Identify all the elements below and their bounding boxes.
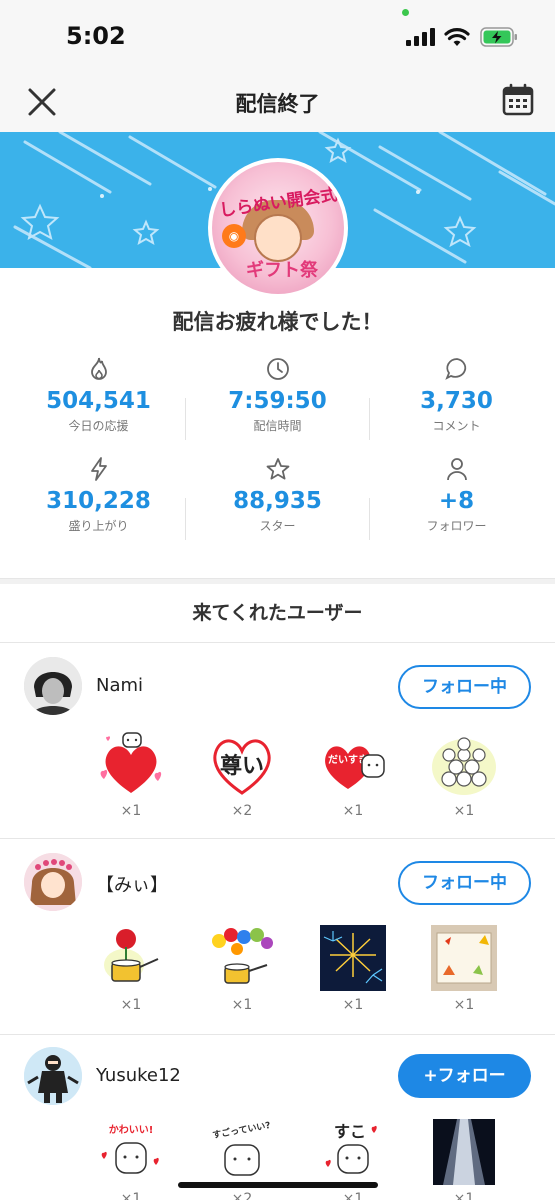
- stat-support: 504,541 今日の応援: [6, 356, 191, 434]
- heart-kanji-text: 尊い: [220, 753, 264, 779]
- follow-button[interactable]: +フォロー: [398, 1054, 531, 1098]
- cellular-signal-icon: [406, 28, 436, 46]
- home-indicator[interactable]: [178, 1182, 378, 1188]
- stat-value: 7:59:50: [228, 388, 327, 414]
- stat-value: +8: [438, 488, 475, 514]
- status-bar: 5:02: [0, 0, 555, 76]
- gift-item: ×1: [91, 925, 171, 1013]
- stat-value: 504,541: [46, 388, 151, 414]
- sugoi-text: すごっていい?: [211, 1119, 271, 1141]
- star-icon: [266, 458, 289, 480]
- viewer-name[interactable]: 【みぃ】: [96, 871, 168, 897]
- fireworks-gift-icon: [320, 925, 386, 991]
- stat-duration: 7:59:50 配信時間: [185, 356, 370, 434]
- gift-item: ×1: [424, 1119, 504, 1200]
- gift-item: だいすき ×1: [313, 731, 393, 819]
- kawaii-text: かわいい!: [109, 1124, 154, 1136]
- heart-kanji-gift-icon: 尊い: [213, 739, 271, 795]
- divider: [185, 398, 186, 440]
- flame-badge-icon: ◉: [222, 224, 246, 248]
- heart-cat-gift-icon: [100, 732, 162, 793]
- viewer-row: Yusuke12 +フォロー かわいい! ×1 すごっていい? ×2 すこ ×1…: [0, 1035, 555, 1200]
- gift-count: ×1: [120, 997, 142, 1013]
- person-icon: [446, 458, 467, 481]
- calendar-icon[interactable]: [500, 82, 536, 118]
- stat-followers: +8 フォロワー: [364, 456, 549, 534]
- stat-value: 3,730: [420, 388, 493, 414]
- gift-count: ×1: [342, 803, 364, 819]
- balloon-pot-gift-icon: [212, 928, 273, 984]
- gift-item: かわいい! ×1: [91, 1119, 171, 1200]
- stream-thumbnail: しらぬい開会式 ◉ ギフト祭: [208, 158, 348, 298]
- stat-stars: 88,935 スター: [185, 456, 370, 534]
- stat-value: 310,228: [46, 488, 151, 514]
- gift-count: ×1: [453, 997, 475, 1013]
- daisuki-cat-gift-icon: だいすき: [325, 746, 385, 789]
- stat-label: 今日の応援: [68, 419, 129, 433]
- stream-ended-screen: 5:02 配信終了 しらぬい開会式 ◉ ギフト祭 配信お疲れ様でした！ 504,…: [0, 0, 555, 1200]
- section-title: 来てくれたユーザー: [192, 602, 363, 624]
- character-illustration: [254, 214, 302, 262]
- viewer-row: 【みぃ】 フォロー中 ×1 ×1 ×1 ×1: [0, 839, 555, 1035]
- flame-icon: [90, 357, 107, 380]
- cat-pile-gift-icon: [432, 737, 496, 795]
- battery-charging-icon: [480, 27, 517, 47]
- gift-item: ×1: [313, 925, 393, 1013]
- following-button[interactable]: フォロー中: [398, 861, 531, 905]
- divider: [369, 498, 370, 540]
- nav-bar: 配信終了: [0, 76, 555, 132]
- viewer-name[interactable]: Yusuke12: [96, 1065, 181, 1086]
- gift-count: ×2: [231, 1191, 253, 1200]
- gift-count: ×1: [120, 1191, 142, 1200]
- gift-count: ×1: [453, 803, 475, 819]
- kawaii-cat-gift-icon: かわいい!: [101, 1124, 159, 1174]
- rose-pot-gift-icon: [104, 929, 159, 982]
- viewer-row: Nami フォロー中 ×1 尊い ×2 だいすき ×1 ×1: [0, 643, 555, 839]
- stat-comments: 3,730 コメント: [364, 356, 549, 434]
- gift-count: ×1: [120, 803, 142, 819]
- viewer-name[interactable]: Nami: [96, 675, 143, 696]
- sugoi-cat-gift-icon: すごっていい?: [211, 1119, 271, 1176]
- gift-count: ×1: [453, 1191, 475, 1200]
- following-button[interactable]: フォロー中: [398, 665, 531, 709]
- comment-icon: [444, 358, 466, 380]
- clock-icon: [266, 358, 289, 380]
- stat-excitement: 310,228 盛り上がり: [6, 456, 191, 534]
- stat-label: スター: [259, 519, 296, 533]
- gift-count: ×2: [231, 803, 253, 819]
- stat-label: コメント: [432, 419, 481, 433]
- wifi-icon: [444, 28, 470, 46]
- autumn-leaves-gift-icon: [431, 925, 497, 991]
- status-time: 5:02: [66, 22, 126, 50]
- gift-item: 尊い ×2: [202, 731, 282, 819]
- stat-label: 配信時間: [253, 419, 302, 433]
- stat-label: 盛り上がり: [68, 519, 129, 533]
- lightning-icon: [90, 457, 107, 481]
- gift-count: ×1: [231, 997, 253, 1013]
- page-title: 配信終了: [235, 92, 320, 116]
- gift-item: ×1: [424, 925, 504, 1013]
- avatar[interactable]: [24, 657, 82, 715]
- stat-value: 88,935: [233, 488, 322, 514]
- avatar[interactable]: [24, 853, 82, 911]
- divider: [185, 498, 186, 540]
- gift-item: ×1: [424, 731, 504, 819]
- gift-item: ×1: [91, 731, 171, 819]
- suko-text: すこ: [334, 1122, 366, 1141]
- gift-count: ×1: [342, 1191, 364, 1200]
- privacy-indicator-icon: [402, 9, 409, 16]
- stat-label: フォロワー: [426, 519, 487, 533]
- thumbnail-subtitle-text: ギフト祭: [246, 260, 318, 281]
- avatar[interactable]: [24, 1047, 82, 1105]
- divider: [369, 398, 370, 440]
- gift-item: ×1: [202, 925, 282, 1013]
- completion-message: 配信お疲れ様でした！: [172, 310, 383, 334]
- suko-cat-gift-icon: すこ: [325, 1122, 377, 1174]
- spotlight-gift-icon: [433, 1119, 495, 1185]
- gift-count: ×1: [342, 997, 364, 1013]
- section-gap: [0, 578, 555, 584]
